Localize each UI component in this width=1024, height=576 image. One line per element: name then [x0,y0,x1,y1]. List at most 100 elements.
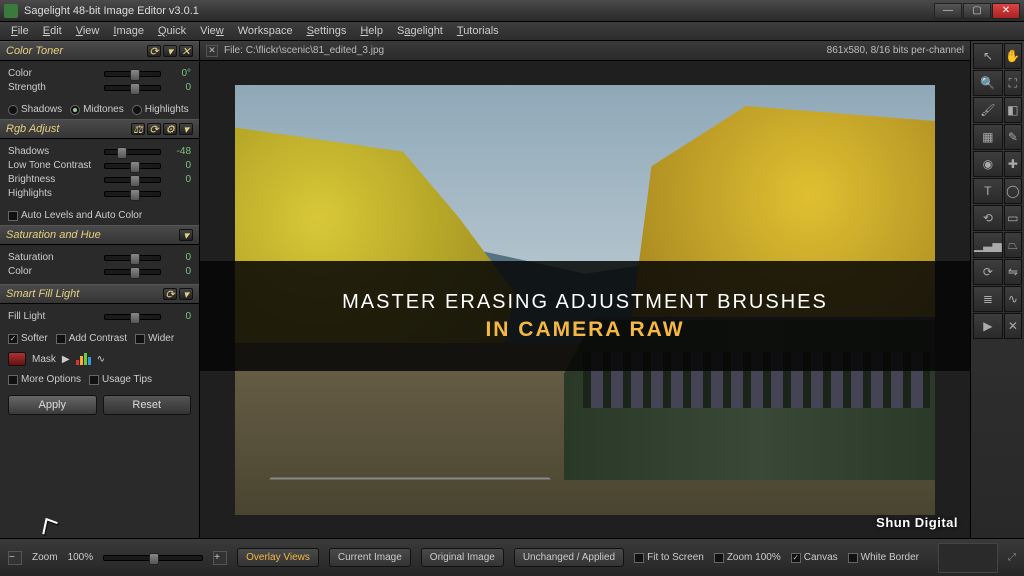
panel-icon[interactable]: ⟳ [163,288,177,300]
menu-help[interactable]: Help [353,23,390,39]
mask-swatch-icon[interactable] [8,352,26,366]
brightness-value: 0 [167,174,191,185]
panel-icon[interactable]: ⟳ [147,45,161,57]
histogram-icon[interactable] [76,353,91,365]
check-autolevels[interactable]: Auto Levels and Auto Color [8,210,142,221]
radio-midtones[interactable]: Midtones [70,104,124,115]
hue-slider[interactable] [104,269,161,275]
panel-title: Smart Fill Light [6,288,79,300]
navigator-preview[interactable] [938,543,998,573]
panel-icon[interactable]: ✕ [179,45,193,57]
saturation-value: 0 [167,252,191,263]
tool-brush[interactable]: 🖌 [973,97,1003,123]
panel-title: Rgb Adjust [6,123,59,135]
panel-icon[interactable]: ▾ [163,45,177,57]
menu-quick[interactable]: Quick [151,23,193,39]
check-addcontrast[interactable]: Add Contrast [56,333,127,344]
apply-button[interactable]: Apply [8,395,97,415]
split-view-tab[interactable]: Unchanged / Applied [514,548,624,567]
reset-button[interactable]: Reset [103,395,192,415]
tool-gradient[interactable]: ▦ [973,124,1003,150]
tool-curve[interactable]: ∿ [1004,286,1022,312]
tool-text[interactable]: T [973,178,1003,204]
close-button[interactable]: ✕ [992,3,1020,19]
menu-tutorials[interactable]: Tutorials [450,23,506,39]
tool-crop[interactable]: ⛶ [1004,70,1022,96]
gear-icon[interactable]: ⚙ [163,123,177,135]
menu-view[interactable]: View [69,23,107,39]
current-image-tab[interactable]: Current Image [329,548,411,567]
tool-shape[interactable]: ◯ [1004,178,1022,204]
panel-icon[interactable]: ▾ [179,288,193,300]
strength-slider[interactable] [104,85,161,91]
lowtone-slider[interactable] [104,163,161,169]
shadows-label: Shadows [8,146,98,157]
tool-pointer[interactable]: ↖ [973,43,1003,69]
menu-image[interactable]: Image [106,23,151,39]
tool-rotate[interactable]: ⟳ [973,259,1003,285]
mask-play-icon[interactable]: ▶ [62,354,70,365]
tool-histogram[interactable]: ▁▃▅ [973,232,1003,258]
tab-close-icon[interactable]: ✕ [206,45,218,57]
check-fit[interactable]: Fit to Screen [634,552,704,563]
tool-layers[interactable]: ≣ [973,286,1003,312]
tool-zoom[interactable]: 🔍 [973,70,1003,96]
tool-play[interactable]: ▶ [973,313,1003,339]
right-toolbar: ↖ ✋ 🔍 ⛶ 🖌 ◧ ▦ ✎ ◉ ✚ T ◯ ⟲ ▭ ▁▃▅ ⏢ ⟳ ⇋ ≣ … [970,41,1024,538]
image-canvas[interactable]: MASTER ERASING ADJUSTMENT BRUSHES IN CAM… [200,61,970,538]
tool-lasso[interactable]: ⟲ [973,205,1003,231]
balance-icon[interactable]: ⚖ [131,123,145,135]
refresh-icon[interactable]: ⟳ [147,123,161,135]
shadows-value: -48 [167,146,191,157]
tool-hand[interactable]: ✋ [1004,43,1022,69]
filllight-slider[interactable] [104,314,161,320]
zoom-in-icon[interactable]: + [213,551,227,565]
lowtone-value: 0 [167,160,191,171]
tool-eyedrop[interactable]: ✎ [1004,124,1022,150]
original-image-tab[interactable]: Original Image [421,548,504,567]
check-canvas[interactable]: ✓Canvas [791,552,838,563]
radio-highlights[interactable]: Highlights [132,104,189,115]
minimize-button[interactable]: — [934,3,962,19]
filllight-label: Fill Light [8,311,98,322]
check-softer[interactable]: ✓Softer [8,333,48,344]
highlights-slider[interactable] [104,191,161,197]
panel-sathue-header[interactable]: Saturation and Hue ▾ [0,225,199,245]
menu-workspace[interactable]: Workspace [231,23,300,39]
panel-smartfill-header[interactable]: Smart Fill Light ⟳▾ [0,284,199,304]
tool-cross[interactable]: ✕ [1004,313,1022,339]
radio-shadows[interactable]: Shadows [8,104,62,115]
check-moreoptions[interactable]: More Options [8,374,81,385]
zoom-value: 100% [68,552,94,563]
shadows-slider[interactable] [104,149,161,155]
saturation-slider[interactable] [104,255,161,261]
lowtone-label: Low Tone Contrast [8,160,98,171]
tool-flip[interactable]: ⇋ [1004,259,1022,285]
menu-file[interactable]: File [4,23,36,39]
check-whiteborder[interactable]: White Border [848,552,919,563]
maximize-button[interactable]: ▢ [963,3,991,19]
curve-icon[interactable]: ∿ [97,354,105,365]
tool-select[interactable]: ▭ [1004,205,1022,231]
panel-rgbadjust-header[interactable]: Rgb Adjust ⚖⟳⚙▾ [0,119,199,139]
color-slider[interactable] [104,71,161,77]
expand-icon[interactable]: ⤢ [1008,552,1016,563]
check-zoom100[interactable]: Zoom 100% [714,552,781,563]
tool-heal[interactable]: ✚ [1004,151,1022,177]
menu-view2[interactable]: View [193,23,231,39]
panel-icon[interactable]: ▾ [179,123,193,135]
menu-sagelight[interactable]: Sagelight [390,23,450,39]
zoom-slider[interactable] [103,555,203,561]
tool-clone[interactable]: ◉ [973,151,1003,177]
zoom-out-icon[interactable]: − [8,551,22,565]
menu-edit[interactable]: Edit [36,23,69,39]
panel-colortoner-header[interactable]: Color Toner ⟳▾✕ [0,41,199,61]
check-usagetips[interactable]: Usage Tips [89,374,152,385]
check-wider[interactable]: Wider [135,333,174,344]
tool-levels[interactable]: ⏢ [1004,232,1022,258]
menu-settings[interactable]: Settings [300,23,354,39]
overlay-views-tab[interactable]: Overlay Views [237,548,319,567]
brightness-slider[interactable] [104,177,161,183]
panel-icon[interactable]: ▾ [179,229,193,241]
tool-eraser[interactable]: ◧ [1004,97,1022,123]
